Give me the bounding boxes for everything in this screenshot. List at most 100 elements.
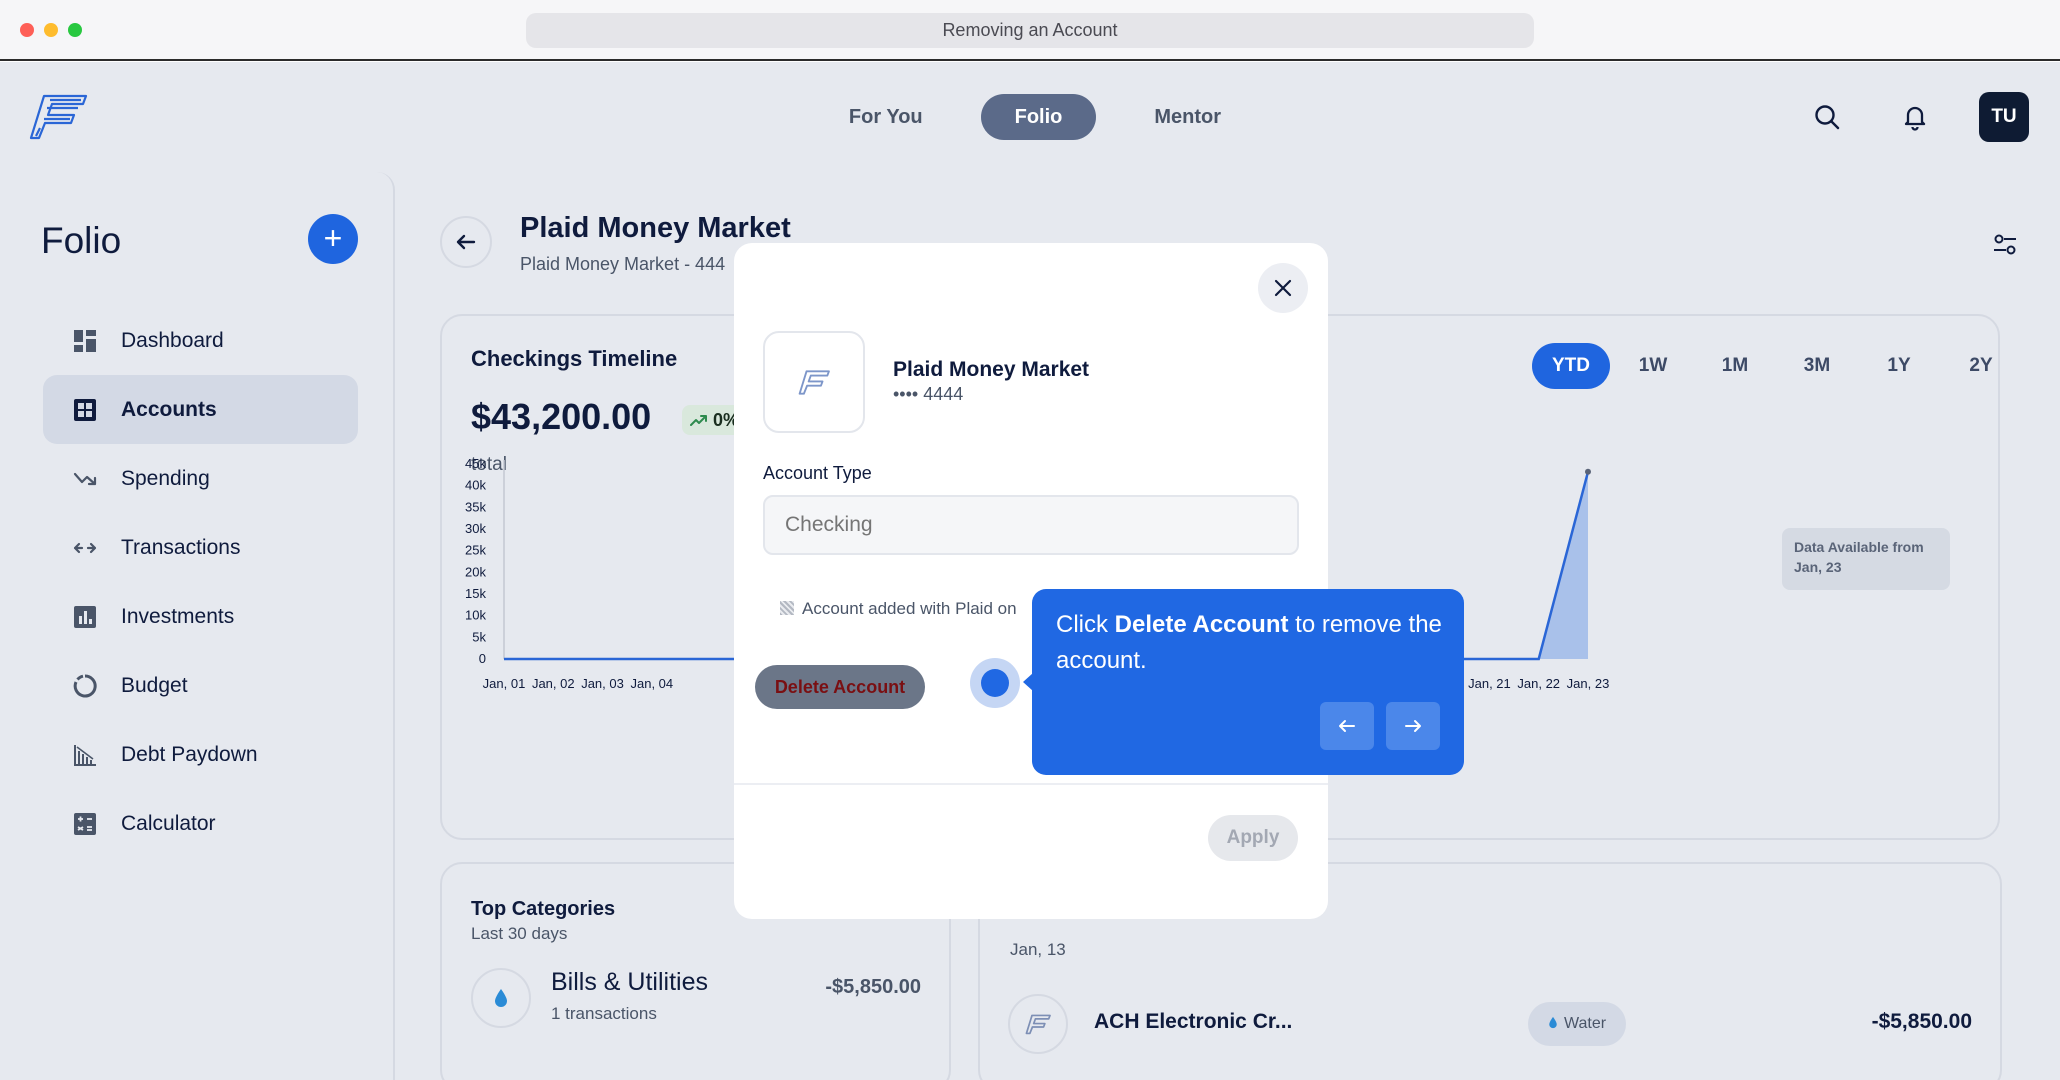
modal-account-mask: •••• 4444 (893, 384, 964, 404)
sidebar-item-dashboard[interactable]: Dashboard (43, 306, 358, 375)
sidebar-item-debt-paydown[interactable]: Debt Paydown (43, 720, 358, 789)
tour-hotspot[interactable] (981, 669, 1009, 697)
y-tick-label: 40k (465, 478, 486, 493)
nav-mentor[interactable]: Mentor (1120, 94, 1255, 140)
modal-divider (734, 783, 1328, 785)
search-icon[interactable] (1812, 102, 1842, 132)
edit-account-modal: Plaid Money Market •••• 4444 Account Typ… (734, 243, 1328, 919)
sidebar-item-label: Calculator (121, 811, 216, 835)
droplet-icon (471, 968, 531, 1028)
modal-account-name: Plaid Money Market (893, 358, 1090, 381)
nav-folio[interactable]: Folio (980, 94, 1097, 140)
sidebar-item-investments[interactable]: Investments (43, 582, 358, 651)
debt-paydown-icon (74, 744, 96, 766)
category-count: 1 transactions (551, 1004, 657, 1023)
window-title: Removing an Account (526, 13, 1534, 48)
x-tick-label: Jan, 03 (581, 676, 624, 691)
sidebar-item-calculator[interactable]: Calculator (43, 789, 358, 858)
arrow-left-icon (1339, 720, 1355, 732)
arrow-left-icon (456, 234, 476, 250)
sidebar-item-budget[interactable]: Budget (43, 651, 358, 720)
sidebar-item-transactions[interactable]: Transactions (43, 513, 358, 582)
tour-tooltip: Click Delete Account to remove the accou… (1023, 589, 1464, 775)
x-tick-label: Jan, 21 (1468, 676, 1511, 691)
accounts-icon (74, 398, 96, 421)
y-tick-label: 35k (465, 499, 486, 514)
sidebar-title: Folio (41, 220, 122, 261)
sidebar-item-label: Investments (121, 604, 235, 628)
chart-annotation-line-1: Data Available from (1794, 539, 1924, 555)
modal-close-button[interactable] (1258, 263, 1308, 313)
x-tick-label: Jan, 23 (1567, 676, 1610, 691)
page-title: Plaid Money Market (520, 212, 791, 244)
transaction-name[interactable]: ACH Electronic Cr... (1094, 1010, 1292, 1034)
merchant-logo-icon (1008, 994, 1068, 1054)
transaction-date: Jan, 13 (1010, 940, 1066, 959)
delete-account-button[interactable]: Delete Account (755, 665, 925, 709)
account-logo (763, 331, 865, 433)
droplet-icon (1549, 1016, 1557, 1029)
tour-next-button[interactable] (1386, 702, 1440, 750)
dashboard-icon (74, 329, 96, 352)
close-window-button[interactable] (20, 23, 34, 37)
folio-logo-icon (798, 370, 830, 395)
page-subtitle: Plaid Money Market - 444 (520, 254, 726, 274)
budget-icon (73, 673, 97, 697)
tooltip-text: Click Delete Account to remove the accou… (1056, 607, 1446, 679)
sidebar-item-spending[interactable]: Spending (43, 444, 358, 513)
maximize-window-button[interactable] (68, 23, 82, 37)
x-tick-label: Jan, 01 (483, 676, 526, 691)
x-tick-label: Jan, 04 (630, 676, 673, 691)
apply-button[interactable]: Apply (1208, 815, 1298, 861)
chart-annotation-line-2: Jan, 23 (1794, 559, 1842, 575)
spending-icon (73, 472, 97, 485)
app-header: For You Folio Mentor TU (0, 62, 2060, 172)
categories-title: Top Categories (471, 898, 616, 920)
x-tick-label: Jan, 02 (532, 676, 575, 691)
calculator-icon (74, 812, 96, 835)
account-type-field[interactable] (763, 495, 1299, 555)
arrow-right-icon (1405, 720, 1421, 732)
y-tick-label: 10k (465, 608, 486, 623)
category-amount: -$5,850.00 (825, 976, 921, 998)
transaction-amount: -$5,850.00 (1871, 1010, 1972, 1033)
y-tick-label: 5k (472, 629, 486, 644)
y-tick-label: 25k (465, 543, 486, 558)
sidebar-item-accounts[interactable]: Accounts (43, 375, 358, 444)
plaid-icon (780, 601, 794, 615)
user-avatar[interactable]: TU (1979, 92, 2029, 142)
category-name[interactable]: Bills & Utilities (551, 968, 708, 997)
transactions-icon (73, 542, 97, 553)
plaid-note: Account added with Plaid on (780, 599, 1017, 619)
sidebar-nav: Dashboard Accounts Spending Transactions… (43, 306, 358, 858)
sidebar: Folio + Dashboard Accounts Spending Tran… (2, 172, 395, 1080)
tag-label: Water (1564, 1015, 1607, 1032)
data-point (1585, 468, 1591, 475)
window-titlebar: Removing an Account (0, 0, 2060, 61)
tour-prev-button[interactable] (1320, 702, 1374, 750)
back-button[interactable] (440, 216, 492, 268)
account-type-label: Account Type (763, 463, 872, 483)
sidebar-item-label: Accounts (121, 397, 217, 421)
investments-icon (74, 605, 96, 628)
tooltip-text-bold: Delete Account (1114, 611, 1289, 638)
plaid-note-text: Account added with Plaid on (802, 599, 1017, 618)
sidebar-item-label: Dashboard (121, 328, 224, 352)
tooltip-text-pre: Click (1056, 611, 1115, 638)
sidebar-item-label: Budget (121, 673, 188, 697)
sidebar-item-label: Debt Paydown (121, 742, 258, 766)
y-tick-label: 20k (465, 564, 486, 579)
close-icon (1274, 279, 1292, 297)
y-tick-label: 15k (465, 586, 486, 601)
categories-subtitle: Last 30 days (471, 924, 568, 943)
x-tick-label: Jan, 22 (1517, 676, 1560, 691)
add-account-button[interactable]: + (308, 214, 358, 264)
filter-settings-icon[interactable] (1990, 230, 2020, 260)
minimize-window-button[interactable] (44, 23, 58, 37)
top-nav: For You Folio Mentor (0, 94, 2060, 140)
sidebar-item-label: Spending (121, 466, 210, 490)
nav-for-you[interactable]: For You (815, 94, 957, 140)
transaction-category-tag[interactable]: Water (1528, 1002, 1627, 1046)
bell-icon[interactable] (1900, 102, 1930, 132)
y-tick-label: 45k (465, 456, 486, 471)
